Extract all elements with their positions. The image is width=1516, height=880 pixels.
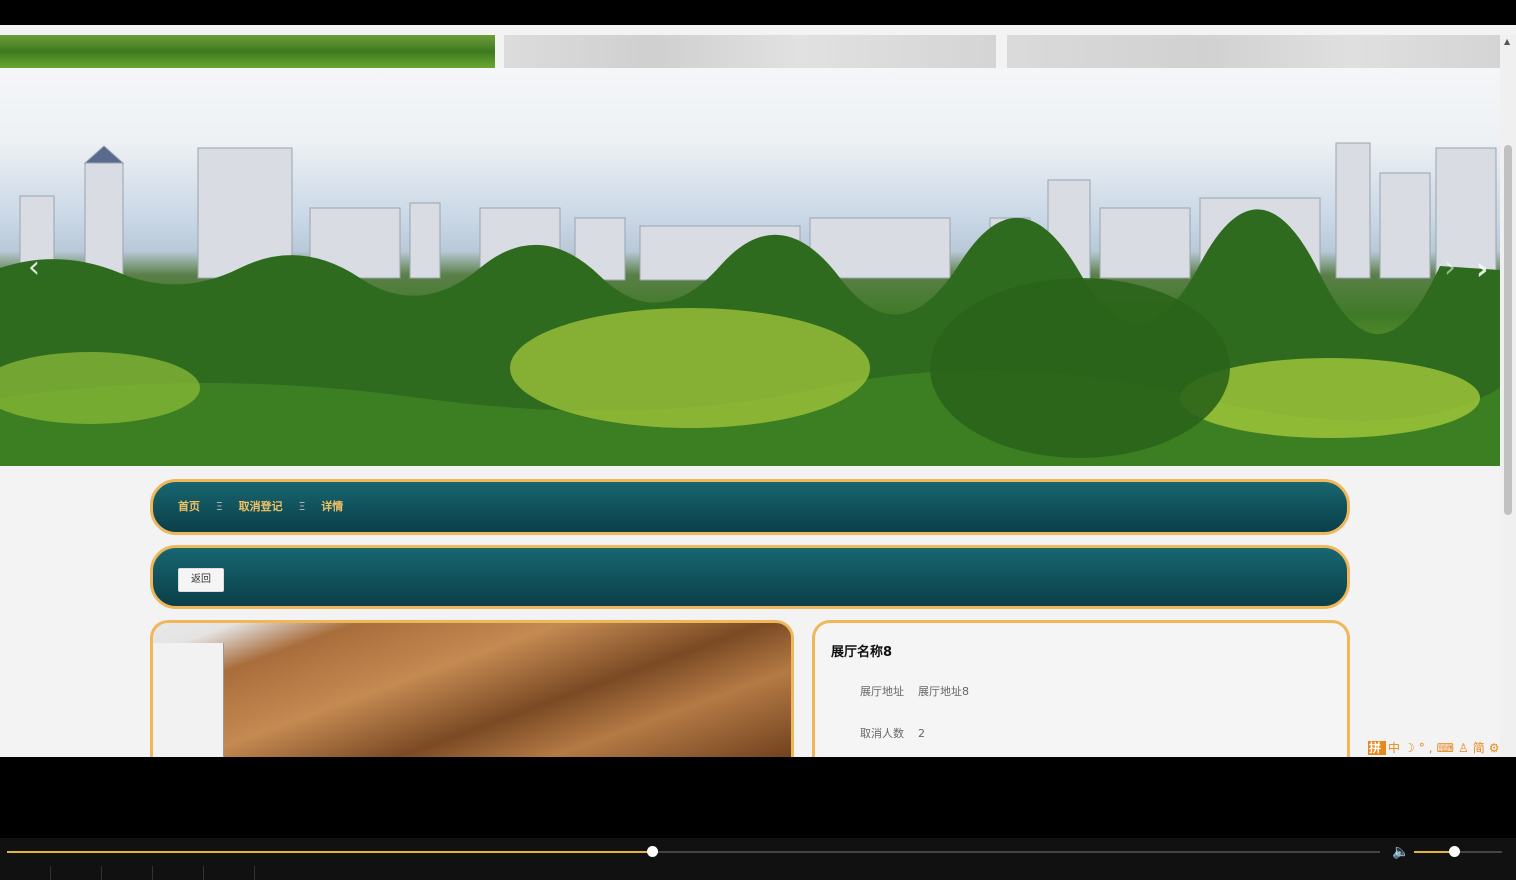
ime-item-user-icon[interactable]: ♙	[1458, 741, 1473, 755]
breadcrumb-separator: Ξ	[298, 500, 306, 513]
city-park-illustration	[0, 142, 1500, 466]
progress-handle[interactable]	[647, 846, 659, 857]
field-value: 展厅地址8	[918, 685, 969, 698]
breadcrumb-separator: Ξ	[215, 500, 223, 513]
hero-banner-image: ‹ › ›	[0, 68, 1500, 466]
detail-card: 展厅名称8 展厅地址 展厅地址8 取消人数 2	[812, 620, 1350, 757]
ime-item-chinese[interactable]: 中	[1388, 741, 1404, 755]
field-value: 2	[918, 727, 925, 740]
back-button[interactable]: 返回	[178, 568, 224, 592]
carousel-next-icon-faint[interactable]: ›	[1444, 253, 1456, 283]
volume-fill	[1414, 851, 1454, 853]
exhibit-hall-image	[150, 620, 794, 757]
ime-item-settings-icon[interactable]: ⚙	[1489, 741, 1504, 755]
speaker-icon[interactable]: 🔈	[1392, 844, 1409, 860]
image-window-detail	[153, 643, 224, 757]
player-controls: 🔈	[0, 838, 1516, 880]
bottom-tab-dividers	[0, 866, 260, 880]
ime-item-moon-icon[interactable]: ☽	[1404, 741, 1419, 755]
page-scrollbar[interactable]: ▲	[1500, 35, 1516, 757]
detail-title: 展厅名称8	[831, 645, 893, 660]
ime-toolbar: 拼中☽°,⌨♙简⚙	[1368, 739, 1504, 756]
progress-fill	[7, 851, 653, 853]
scroll-up-icon[interactable]: ▲	[1504, 37, 1510, 46]
page-viewport: ‹ › › 首页 Ξ 取消登记 Ξ 详情 返回 展厅名称8 展厅地址 展厅地址8 …	[0, 25, 1516, 757]
carousel-thumb-3[interactable]	[1007, 35, 1500, 68]
volume-handle[interactable]	[1448, 846, 1460, 857]
field-label: 展厅地址	[860, 685, 904, 698]
scroll-thumb[interactable]	[1504, 145, 1512, 515]
carousel-prev-icon[interactable]: ‹	[28, 253, 40, 283]
ime-item-simplified[interactable]: 简	[1473, 741, 1489, 755]
breadcrumb-current: 详情	[321, 500, 344, 513]
breadcrumb-section[interactable]: 取消登记	[239, 498, 283, 514]
action-bar: 返回	[150, 545, 1350, 609]
carousel-thumb-1[interactable]	[0, 35, 495, 68]
detail-row-address: 展厅地址 展厅地址8	[860, 683, 969, 699]
detail-row-cancel-count: 取消人数 2	[860, 725, 925, 741]
breadcrumb: 首页 Ξ 取消登记 Ξ 详情	[178, 498, 343, 514]
carousel-thumbnails	[0, 35, 1500, 68]
ime-item-punct-icon[interactable]: °,	[1419, 741, 1437, 755]
ime-item-keyboard-icon[interactable]: ⌨	[1437, 741, 1458, 755]
breadcrumb-bar: 首页 Ξ 取消登记 Ξ 详情	[150, 479, 1350, 535]
field-label: 取消人数	[860, 727, 904, 740]
carousel-next-icon[interactable]: ›	[1476, 255, 1488, 285]
ime-item-logo[interactable]: 拼	[1368, 741, 1387, 755]
carousel-thumb-2[interactable]	[504, 35, 996, 68]
top-black-bar	[0, 0, 1516, 25]
breadcrumb-home[interactable]: 首页	[178, 498, 200, 514]
